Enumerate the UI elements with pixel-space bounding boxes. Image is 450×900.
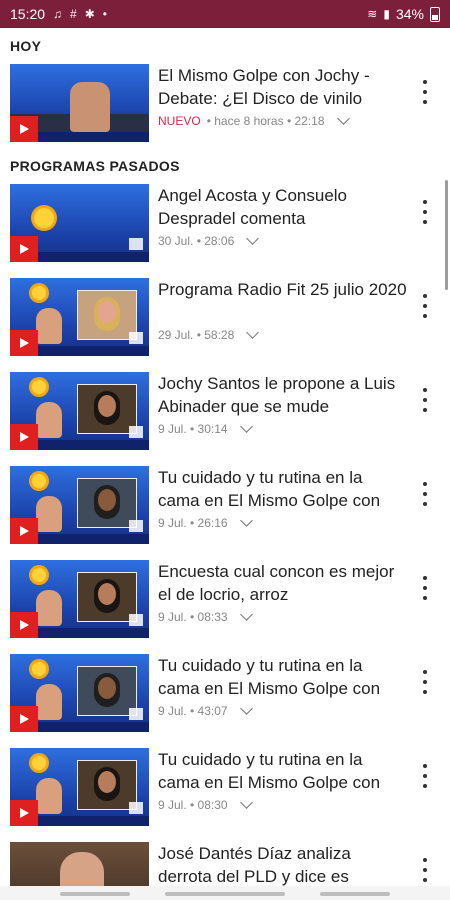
chevron-down-icon[interactable] [246, 232, 260, 245]
video-meta: 9 Jul. • 26:16 [158, 514, 253, 530]
navigation-bar [0, 886, 450, 900]
video-row[interactable]: Tu cuidado y tu rutina en la cama en El … [0, 466, 450, 546]
video-thumbnail[interactable] [10, 748, 149, 826]
video-title[interactable]: Angel Acosta y Consuelo Despradel coment… [158, 184, 408, 230]
video-meta-text: • hace 8 horas • 22:18 [206, 114, 325, 128]
play-icon [10, 236, 38, 262]
dot-icon: • [102, 7, 107, 21]
chevron-down-icon[interactable] [239, 608, 253, 621]
video-meta-text: 9 Jul. • 08:33 [158, 610, 228, 624]
chevron-down-icon[interactable] [239, 514, 253, 527]
video-meta: 9 Jul. • 43:07 [158, 702, 253, 718]
section-title-past: PROGRAMAS PASADOS [10, 158, 180, 174]
section-title-today: HOY [10, 38, 42, 54]
video-thumbnail[interactable] [10, 654, 149, 732]
battery-icon [430, 6, 440, 22]
nav-recents-gesture[interactable] [320, 892, 390, 896]
video-meta-text: 9 Jul. • 43:07 [158, 704, 228, 718]
video-row[interactable]: Encuesta cual concon es mejor el de locr… [0, 560, 450, 640]
video-meta: 9 Jul. • 30:14 [158, 420, 253, 436]
video-meta-text: 9 Jul. • 08:30 [158, 798, 228, 812]
video-thumbnail[interactable] [10, 466, 149, 544]
play-icon [10, 116, 38, 142]
status-time: 15:20 [10, 6, 46, 22]
video-thumbnail[interactable] [10, 560, 149, 638]
video-row[interactable]: Programa Radio Fit 25 julio 2020 29 Jul.… [0, 278, 450, 358]
more-options-button[interactable] [418, 482, 432, 506]
video-meta: 29 Jul. • 58:28 [158, 326, 260, 342]
video-thumbnail[interactable] [10, 64, 149, 142]
chevron-down-icon[interactable] [239, 796, 253, 809]
chevron-down-icon[interactable] [239, 702, 253, 715]
status-right: ≋ ▮ 34% [367, 6, 440, 22]
play-icon [10, 424, 38, 450]
battery-level: 34% [395, 6, 424, 22]
signal-icon: ▮ [383, 7, 390, 21]
more-options-button[interactable] [418, 200, 432, 224]
video-title[interactable]: Tu cuidado y tu rutina en la cama en El … [158, 748, 408, 794]
more-options-button[interactable] [418, 294, 432, 318]
video-title[interactable]: El Mismo Golpe con Jochy - Debate: ¿El D… [158, 64, 408, 110]
status-left: 15:20 ♫ # ✱ • [10, 6, 107, 22]
hash-icon: # [70, 7, 77, 21]
video-meta: 9 Jul. • 08:30 [158, 796, 253, 812]
video-title[interactable]: José Dantés Díaz analiza derrota del PLD… [158, 842, 408, 888]
video-meta: 9 Jul. • 08:33 [158, 608, 253, 624]
chevron-down-icon[interactable] [239, 420, 253, 433]
video-title[interactable]: Tu cuidado y tu rutina en la cama en El … [158, 654, 408, 700]
play-icon [10, 518, 38, 544]
video-row[interactable]: Jochy Santos le propone a Luis Abinader … [0, 372, 450, 452]
video-row[interactable]: Tu cuidado y tu rutina en la cama en El … [0, 748, 450, 828]
more-options-button[interactable] [418, 80, 432, 104]
video-thumbnail[interactable] [10, 184, 149, 262]
more-options-button[interactable] [418, 576, 432, 600]
video-row[interactable]: Angel Acosta y Consuelo Despradel coment… [0, 184, 450, 264]
more-options-button[interactable] [418, 764, 432, 788]
play-icon [10, 330, 38, 356]
new-badge: NUEVO [158, 114, 201, 128]
video-meta-text: 29 Jul. • 58:28 [158, 328, 235, 342]
video-thumbnail[interactable] [10, 278, 149, 356]
video-row-today[interactable]: El Mismo Golpe con Jochy - Debate: ¿El D… [0, 64, 450, 144]
nav-back-gesture[interactable] [60, 892, 130, 896]
nav-home-gesture[interactable] [165, 892, 285, 896]
chevron-down-icon[interactable] [246, 326, 260, 339]
scrollbar[interactable] [445, 180, 448, 290]
more-options-button[interactable] [418, 858, 432, 882]
play-icon [10, 612, 38, 638]
video-title[interactable]: Programa Radio Fit 25 julio 2020 [158, 278, 408, 324]
video-row[interactable]: Tu cuidado y tu rutina en la cama en El … [0, 654, 450, 734]
music-note-icon: ♫ [53, 7, 63, 21]
play-icon [10, 800, 38, 826]
video-meta-text: 9 Jul. • 26:16 [158, 516, 228, 530]
video-title[interactable]: Jochy Santos le propone a Luis Abinader … [158, 372, 408, 418]
video-title[interactable]: Encuesta cual concon es mejor el de locr… [158, 560, 408, 606]
more-options-button[interactable] [418, 388, 432, 412]
play-icon [10, 706, 38, 732]
video-meta-text: 30 Jul. • 28:06 [158, 234, 235, 248]
wifi-icon: ≋ [367, 7, 378, 21]
more-options-button[interactable] [418, 670, 432, 694]
chevron-down-icon[interactable] [336, 112, 350, 125]
video-thumbnail[interactable] [10, 372, 149, 450]
video-meta-text: 9 Jul. • 30:14 [158, 422, 228, 436]
settings-icon: ✱ [84, 7, 95, 21]
video-meta: NUEVO • hace 8 horas • 22:18 [158, 112, 350, 128]
video-title[interactable]: Tu cuidado y tu rutina en la cama en El … [158, 466, 408, 512]
video-meta: 30 Jul. • 28:06 [158, 232, 260, 248]
status-bar: 15:20 ♫ # ✱ • ≋ ▮ 34% [0, 0, 450, 28]
